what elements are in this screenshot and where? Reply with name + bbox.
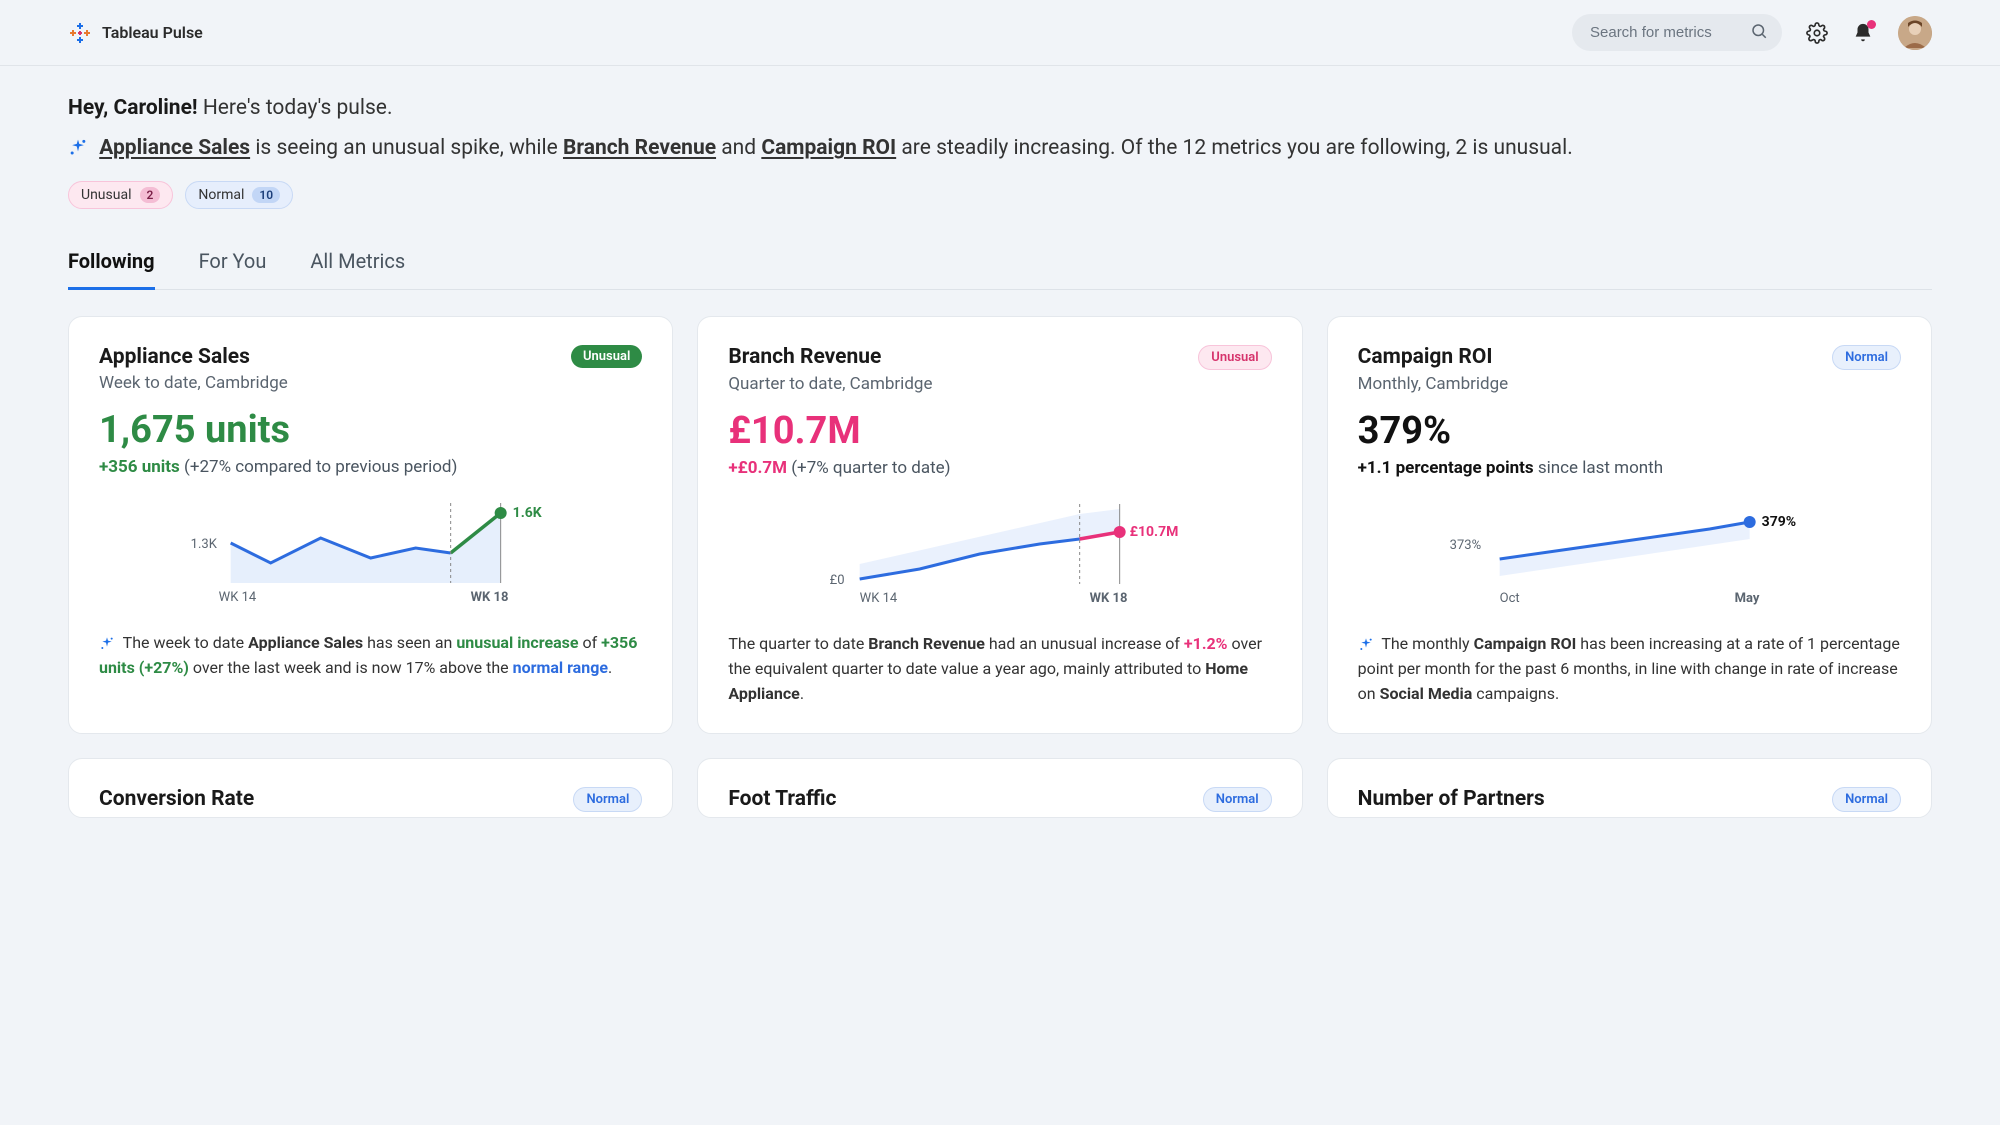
- status-badge: Normal: [1832, 787, 1901, 812]
- status-badge: Normal: [1203, 787, 1272, 812]
- greeting-name: Hey, Caroline!: [68, 96, 198, 120]
- chip-unusual-label: Unusual: [81, 187, 132, 203]
- tab-for-you[interactable]: For You: [199, 249, 267, 290]
- chip-normal-count: 10: [252, 187, 280, 203]
- card-insight: The monthly Campaign ROI has been increa…: [1358, 632, 1901, 706]
- summary-insight: Appliance Sales is seeing an unusual spi…: [68, 134, 1932, 163]
- main-content: Hey, Caroline! Here's today's pulse. App…: [0, 66, 2000, 858]
- metric-card-number-of-partners[interactable]: Number of Partners Normal: [1327, 758, 1932, 818]
- svg-text:£0: £0: [830, 573, 845, 588]
- metric-card-foot-traffic[interactable]: Foot Traffic Normal: [697, 758, 1302, 818]
- svg-text:WK 18: WK 18: [1090, 591, 1128, 606]
- sparkline-chart: £0 WK 14 WK 18 £10.7M: [728, 494, 1271, 614]
- card-title: Appliance Sales: [99, 345, 250, 369]
- settings-button[interactable]: [1806, 22, 1828, 44]
- svg-text:379%: 379%: [1761, 514, 1795, 530]
- metric-value: 379%: [1358, 412, 1901, 452]
- chip-normal-label: Normal: [198, 187, 244, 203]
- svg-text:£10.7M: £10.7M: [1130, 524, 1179, 540]
- brand-name: Tableau Pulse: [102, 23, 203, 42]
- metric-card-conversion-rate[interactable]: Conversion Rate Normal: [68, 758, 673, 818]
- card-title: Number of Partners: [1358, 787, 1545, 811]
- filter-chips: Unusual 2 Normal 10: [68, 181, 1932, 209]
- metric-value: £10.7M: [728, 412, 1271, 452]
- status-badge: Normal: [1832, 345, 1901, 370]
- metric-value: 1,675 units: [99, 411, 642, 451]
- svg-text:WK 18: WK 18: [471, 590, 509, 605]
- header-actions: [1572, 14, 1932, 51]
- sparkline-chart: 1.3K WK 14 WK 18 1.6K: [99, 493, 642, 613]
- status-badge: Normal: [573, 787, 642, 812]
- svg-text:373%: 373%: [1449, 538, 1480, 553]
- svg-text:1.3K: 1.3K: [191, 537, 218, 552]
- card-subtitle: Quarter to date, Cambridge: [728, 374, 1271, 394]
- card-title: Branch Revenue: [728, 345, 881, 369]
- metric-card-campaign-roi[interactable]: Campaign ROI Normal Monthly, Cambridge 3…: [1327, 316, 1932, 733]
- tabs: Following For You All Metrics: [68, 249, 1932, 290]
- card-insight: The quarter to date Branch Revenue had a…: [728, 632, 1271, 706]
- app-header: Tableau Pulse: [0, 0, 2000, 66]
- greeting-rest: Here's today's pulse.: [198, 96, 393, 120]
- card-subtitle: Monthly, Cambridge: [1358, 374, 1901, 394]
- delta-line: +£0.7M (+7% quarter to date): [728, 458, 1271, 478]
- metric-card-appliance-sales[interactable]: Appliance Sales Unusual Week to date, Ca…: [68, 316, 673, 733]
- delta-line: +356 units (+27% compared to previous pe…: [99, 457, 642, 477]
- sparkle-icon: [68, 138, 88, 158]
- svg-text:Oct: Oct: [1499, 591, 1519, 606]
- svg-text:WK 14: WK 14: [860, 591, 898, 606]
- summary-link-1[interactable]: Appliance Sales: [99, 136, 250, 160]
- sparkline-chart: 373% Oct May 379%: [1358, 494, 1901, 614]
- tab-all-metrics[interactable]: All Metrics: [310, 249, 405, 290]
- tab-following[interactable]: Following: [68, 249, 155, 290]
- search-icon: [1750, 22, 1768, 44]
- status-badge: Unusual: [1198, 345, 1271, 370]
- status-badge: Unusual: [571, 345, 642, 368]
- search-wrap: [1572, 14, 1782, 51]
- chip-unusual-count: 2: [140, 187, 161, 203]
- metric-card-branch-revenue[interactable]: Branch Revenue Unusual Quarter to date, …: [697, 316, 1302, 733]
- user-avatar[interactable]: [1898, 16, 1932, 50]
- svg-text:May: May: [1734, 591, 1759, 606]
- card-title: Campaign ROI: [1358, 345, 1493, 369]
- chip-unusual[interactable]: Unusual 2: [68, 181, 173, 209]
- svg-text:1.6K: 1.6K: [513, 505, 542, 521]
- summary-link-2[interactable]: Branch Revenue: [563, 136, 716, 160]
- card-subtitle: Week to date, Cambridge: [99, 373, 642, 393]
- notifications-button[interactable]: [1852, 22, 1874, 44]
- metric-grid: Appliance Sales Unusual Week to date, Ca…: [68, 316, 1932, 817]
- greeting-line: Hey, Caroline! Here's today's pulse.: [68, 96, 1932, 120]
- chip-normal[interactable]: Normal 10: [185, 181, 293, 209]
- delta-line: +1.1 percentage points since last month: [1358, 458, 1901, 478]
- summary-link-3[interactable]: Campaign ROI: [761, 136, 896, 160]
- notification-dot-icon: [1867, 20, 1876, 29]
- brand-group: Tableau Pulse: [68, 21, 203, 45]
- tableau-logo-icon: [68, 21, 92, 45]
- card-title: Conversion Rate: [99, 787, 254, 811]
- card-insight: The week to date Appliance Sales has see…: [99, 631, 642, 681]
- svg-text:WK 14: WK 14: [219, 590, 257, 605]
- card-title: Foot Traffic: [728, 787, 836, 811]
